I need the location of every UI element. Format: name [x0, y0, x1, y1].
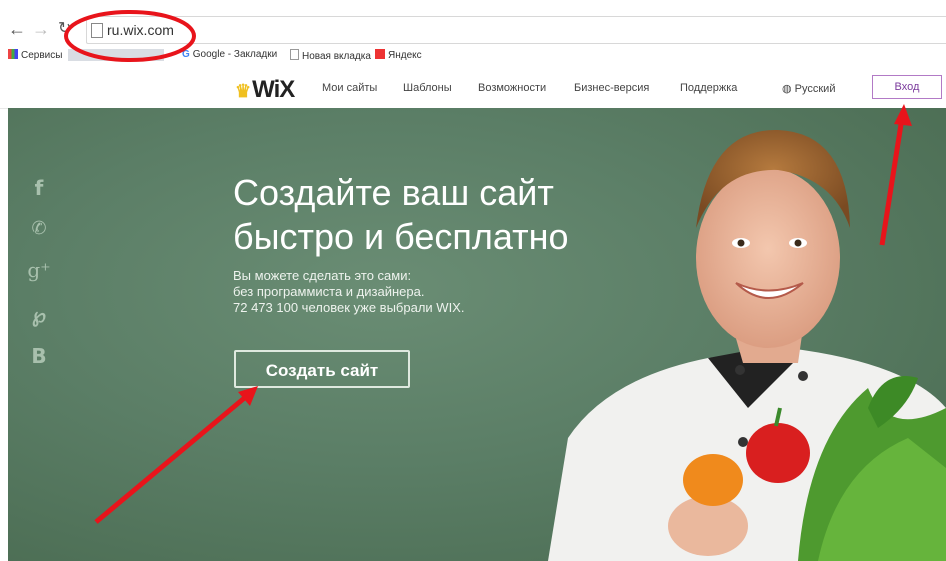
arrow-to-login-icon — [879, 104, 912, 246]
arrow-to-create-button-icon — [94, 386, 258, 524]
url-highlight-circle — [64, 10, 196, 62]
annotation-overlay — [64, 10, 912, 524]
